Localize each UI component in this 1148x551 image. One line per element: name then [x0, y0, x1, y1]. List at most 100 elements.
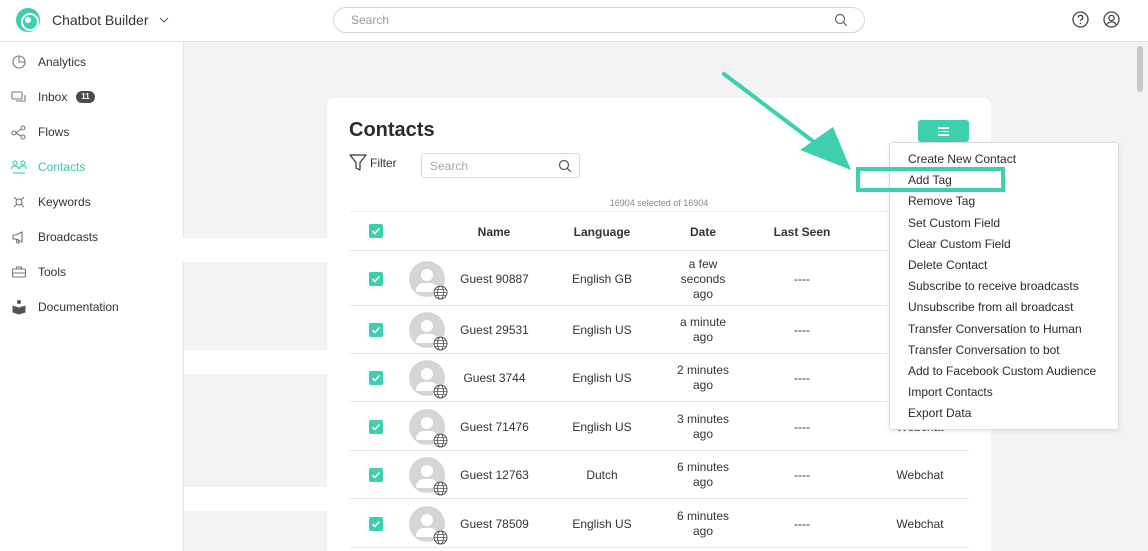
checkmark-icon [371, 423, 381, 431]
row-checkbox[interactable] [369, 323, 383, 337]
sidebar-item-label: Contacts [38, 160, 86, 174]
row-checkbox[interactable] [369, 272, 383, 286]
menu-item-add-to-facebook-custom-audience[interactable]: Add to Facebook Custom Audience [908, 364, 1096, 378]
menu-item-transfer-conversation-to-human[interactable]: Transfer Conversation to Human [908, 322, 1082, 336]
contacts-search[interactable] [421, 153, 580, 178]
contact-language: English GB [571, 272, 633, 286]
sidebar-item-flows[interactable]: Flows [0, 118, 184, 146]
row-checkbox[interactable] [369, 468, 383, 482]
chatbot-logo-icon [16, 8, 40, 32]
analytics-icon [12, 55, 26, 69]
hamburger-icon [938, 134, 949, 136]
filter-button[interactable]: Filter [349, 154, 397, 171]
table-row[interactable]: Guest 78509 English US 6 minutes ago ---- Web… [350, 499, 969, 548]
contact-last-seen: ---- [794, 323, 810, 337]
column-header-last-seen[interactable]: Last Seen [760, 225, 844, 239]
menu-item-clear-custom-field[interactable]: Clear Custom Field [908, 237, 1011, 251]
row-checkbox[interactable] [369, 420, 383, 434]
menu-item-export-data[interactable]: Export Data [908, 406, 971, 420]
checkmark-icon [371, 275, 381, 283]
contact-language: English US [572, 517, 632, 531]
sidebar-item-label: Inbox [38, 90, 68, 104]
sidebar-item-documentation[interactable]: Documentation [0, 293, 184, 321]
documentation-icon [12, 300, 26, 315]
contact-last-seen: ---- [794, 468, 810, 482]
contact-channel: Webchat [896, 517, 944, 531]
table-row[interactable]: Guest 3744 English US 2 minutes ago ---- [350, 354, 969, 402]
contacts-icon [11, 160, 27, 174]
user-account-icon[interactable] [1103, 11, 1120, 28]
background-strip [184, 487, 328, 511]
contact-last-seen: ---- [794, 517, 810, 531]
contact-name: Guest 29531 [460, 323, 529, 337]
globe-icon [433, 384, 448, 399]
globe-icon [433, 481, 448, 496]
checkmark-icon [371, 374, 381, 382]
contact-date: 2 minutes ago [676, 363, 730, 392]
page-scrollbar[interactable] [1137, 46, 1143, 92]
filter-label: Filter [370, 155, 397, 170]
menu-item-unsubscribe-from-all-broadcast[interactable]: Unsubscribe from all broadcast [908, 300, 1073, 314]
add-tag-highlight [856, 167, 1005, 192]
contacts-search-input[interactable] [430, 159, 550, 173]
filter-icon [349, 154, 367, 171]
menu-item-create-new-contact[interactable]: Create New Contact [908, 152, 1016, 166]
search-icon[interactable] [834, 13, 848, 27]
menu-item-transfer-conversation-to-bot[interactable]: Transfer Conversation to bot [908, 343, 1060, 357]
row-checkbox[interactable] [369, 371, 383, 385]
contact-date: 3 minutes ago [676, 412, 730, 441]
sidebar-item-label: Tools [38, 265, 67, 279]
contact-last-seen: ---- [794, 371, 810, 385]
contact-language: Dutch [586, 468, 618, 482]
bulk-actions-menu-button[interactable] [918, 120, 969, 142]
search-icon[interactable] [558, 159, 572, 173]
table-row[interactable]: Guest 90887 English GB a few seconds ago ---- [350, 252, 969, 306]
globe-icon [433, 336, 448, 351]
sidebar-item-broadcasts[interactable]: Broadcasts [0, 223, 184, 251]
contact-language: English US [572, 323, 632, 337]
column-header-language[interactable]: Language [564, 225, 640, 239]
contact-language: English US [572, 420, 632, 434]
background-strip [184, 350, 328, 374]
sidebar-item-label: Analytics [38, 55, 87, 69]
contact-name: Guest 12763 [460, 468, 529, 482]
contact-last-seen: ---- [794, 272, 810, 286]
contact-date: 6 minutes ago [676, 509, 730, 538]
contact-date: 6 minutes ago [676, 460, 730, 489]
inbox-count-badge: 11 [76, 91, 95, 103]
menu-item-subscribe-to-receive-broadcasts[interactable]: Subscribe to receive broadcasts [908, 279, 1079, 293]
global-search[interactable] [333, 7, 865, 33]
sidebar-item-tools[interactable]: Tools [0, 258, 184, 286]
sidebar-item-label: Keywords [38, 195, 91, 209]
sidebar-item-keywords[interactable]: Keywords [0, 188, 184, 216]
contact-name: Guest 71476 [460, 420, 529, 434]
column-header-name[interactable]: Name [470, 225, 518, 239]
contact-language: English US [572, 371, 632, 385]
brand-switcher[interactable]: Chatbot Builder [16, 8, 169, 32]
globe-icon [433, 530, 448, 545]
row-checkbox[interactable] [369, 517, 383, 531]
avatar [409, 312, 448, 351]
contact-date: a minute ago [679, 315, 727, 344]
contact-name: Guest 90887 [460, 272, 529, 286]
table-row[interactable]: Guest 29531 English US a minute ago ---- [350, 306, 969, 354]
background-strip [160, 238, 328, 262]
toolbox-icon [11, 266, 27, 278]
menu-item-remove-tag[interactable]: Remove Tag [908, 194, 975, 208]
sidebar-item-contacts[interactable]: Contacts [0, 153, 184, 181]
avatar [409, 261, 448, 300]
table-row[interactable]: Guest 71476English US3 minutesago----Web… [350, 402, 969, 451]
sidebar-item-analytics[interactable]: Analytics [0, 48, 184, 76]
column-header-date[interactable]: Date [668, 225, 738, 239]
global-search-input[interactable] [351, 13, 811, 27]
help-icon[interactable] [1072, 11, 1089, 28]
menu-item-set-custom-field[interactable]: Set Custom Field [908, 216, 1000, 230]
checkmark-icon [371, 227, 381, 235]
avatar [409, 409, 448, 448]
select-all-checkbox[interactable] [369, 224, 383, 238]
menu-item-delete-contact[interactable]: Delete Contact [908, 258, 987, 272]
menu-item-import-contacts[interactable]: Import Contacts [908, 385, 993, 399]
contact-last-seen: ---- [794, 420, 810, 434]
table-row[interactable]: Guest 12763 Dutch 6 minutes ago ---- Webchat [350, 451, 969, 499]
sidebar-item-inbox[interactable]: Inbox 11 [0, 83, 184, 111]
